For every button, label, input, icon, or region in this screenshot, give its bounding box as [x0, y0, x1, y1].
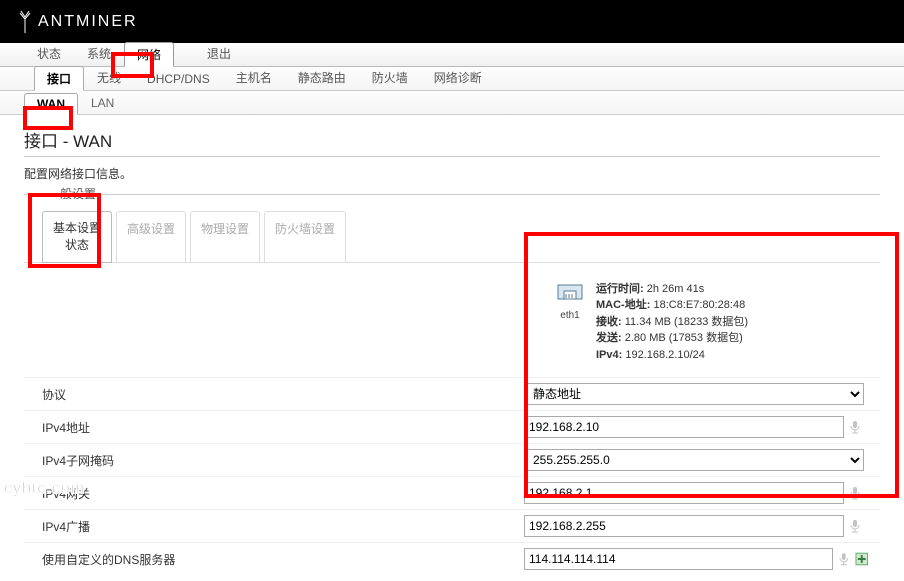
ipv4-gw-label: IPv4网关	[24, 485, 524, 502]
ipv4-gw-input[interactable]	[524, 482, 844, 504]
dns-label: 使用自定义的DNS服务器	[24, 551, 524, 568]
mic-icon	[848, 519, 862, 533]
ipv4-mask-label: IPv4子网掩码	[24, 452, 524, 469]
fieldset-legend: 一般设置	[42, 185, 102, 202]
nav-tab[interactable]: 接口	[34, 66, 84, 91]
form-tabs: 基本设置状态高级设置物理设置防火墙设置	[42, 211, 880, 263]
row-protocol: 协议 静态地址	[24, 377, 880, 410]
page-desc: 配置网络接口信息。	[24, 165, 880, 182]
interface-info: eth1 运行时间: 2h 26m 41s MAC-地址: 18:C8:E7:8…	[554, 275, 880, 378]
nav-tab[interactable]: DHCP/DNS	[134, 68, 223, 90]
ipv4-mask-select[interactable]: 255.255.255.0	[524, 449, 864, 471]
antenna-icon	[18, 11, 32, 33]
row-ipv4-mask: IPv4子网掩码 255.255.255.0	[24, 443, 880, 476]
subsub-nav: WANLAN	[0, 91, 904, 115]
form-tab[interactable]: 物理设置	[190, 211, 260, 263]
row-dns: 使用自定义的DNS服务器	[24, 542, 880, 575]
row-ipv4-addr: IPv4地址	[24, 410, 880, 443]
nav-tab[interactable]: WAN	[24, 93, 78, 115]
mic-icon	[848, 420, 862, 434]
dns-input[interactable]	[524, 548, 833, 570]
nav-tab[interactable]: 主机名	[223, 65, 285, 90]
ipv4-bcast-input[interactable]	[524, 515, 844, 537]
interface-stats: 运行时间: 2h 26m 41s MAC-地址: 18:C8:E7:80:28:…	[596, 281, 748, 364]
nav-tab[interactable]: 网络	[124, 42, 174, 67]
protocol-select[interactable]: 静态地址	[524, 383, 864, 405]
brand-name: ANTMINER	[38, 13, 138, 31]
ipv4-bcast-label: IPv4广播	[24, 518, 524, 535]
row-ipv4-bcast: IPv4广播	[24, 509, 880, 542]
form-tab[interactable]: 基本设置状态	[42, 211, 112, 263]
sub-nav: 接口无线DHCP/DNS主机名静态路由防火墙网络诊断	[0, 67, 904, 91]
top-nav: 状态系统网络退出	[0, 43, 904, 67]
page-title: 接口 - WAN	[24, 127, 880, 157]
nav-tab[interactable]: 无线	[84, 65, 134, 90]
watermark: cybtc.com	[4, 480, 85, 498]
form-tab[interactable]: 高级设置	[116, 211, 186, 263]
nav-tab[interactable]: 系统	[74, 41, 124, 66]
fieldset: 一般设置 基本设置状态高级设置物理设置防火墙设置 eth1 运行时间: 2h 2…	[24, 194, 880, 575]
nav-tab[interactable]: 防火墙	[359, 65, 421, 90]
iface-name: eth1	[554, 308, 586, 323]
protocol-label: 协议	[24, 386, 524, 403]
form-body: eth1 运行时间: 2h 26m 41s MAC-地址: 18:C8:E7:8…	[24, 262, 880, 576]
ipv4-addr-input[interactable]	[524, 416, 844, 438]
nav-tab[interactable]: LAN	[78, 92, 127, 114]
mic-icon	[837, 552, 851, 566]
page: 接口 - WAN 配置网络接口信息。 一般设置 基本设置状态高级设置物理设置防火…	[0, 115, 904, 581]
form-tab[interactable]: 防火墙设置	[264, 211, 346, 263]
nav-tab[interactable]: 退出	[194, 41, 244, 66]
add-icon[interactable]	[855, 552, 869, 566]
row-ipv4-gw: IPv4网关	[24, 476, 880, 509]
nav-tab[interactable]: 网络诊断	[421, 65, 495, 90]
nav-tab[interactable]: 静态路由	[285, 65, 359, 90]
app-header: ANTMINER	[0, 0, 904, 43]
nav-tab[interactable]: 状态	[24, 41, 74, 66]
ethernet-icon: eth1	[554, 281, 586, 364]
brand-logo: ANTMINER	[18, 11, 138, 33]
mic-icon	[848, 486, 862, 500]
ipv4-addr-label: IPv4地址	[24, 419, 524, 436]
